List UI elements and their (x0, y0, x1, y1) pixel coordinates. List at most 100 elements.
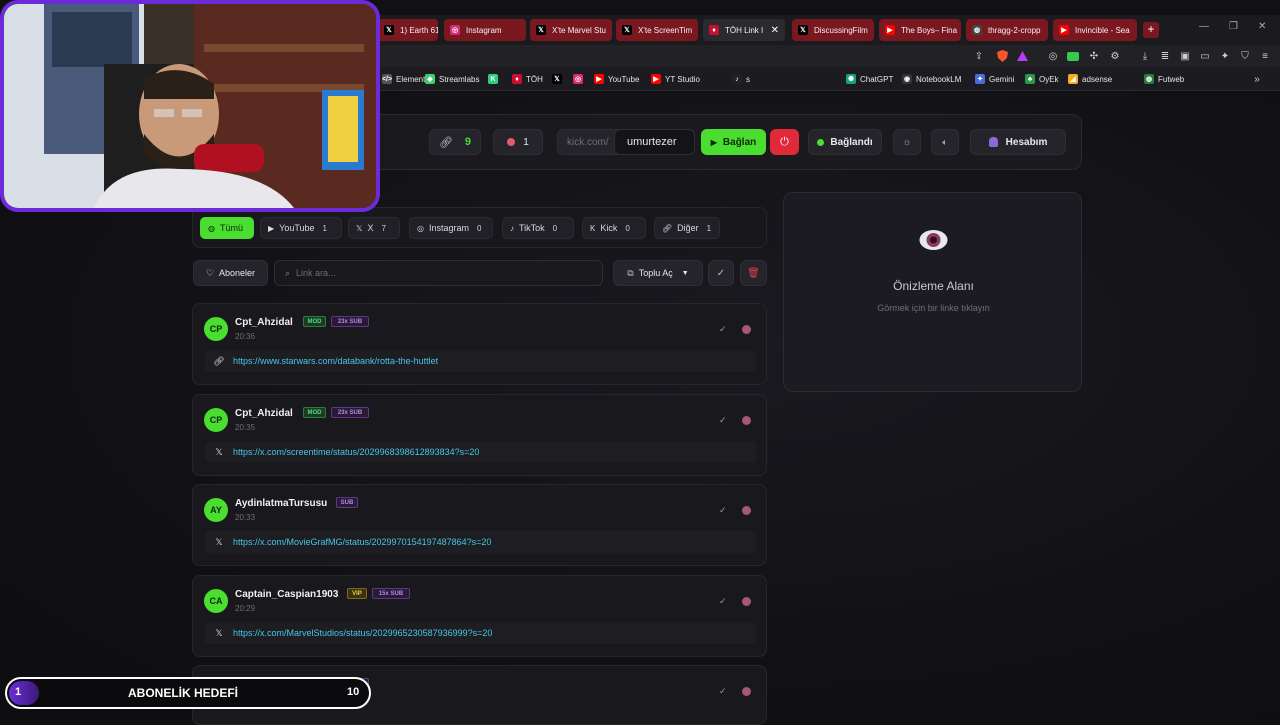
mod-badge: MOD (303, 316, 326, 327)
bookmark-item[interactable]: ♪ s (732, 73, 750, 85)
block-link-icon[interactable] (742, 597, 751, 606)
bookmark-item[interactable]: ◢ adsense (1068, 73, 1112, 85)
bookmark-item[interactable]: K (488, 73, 502, 85)
mark-opened-button[interactable]: ✓ (719, 596, 727, 607)
filter-count: 7 (381, 223, 386, 233)
download-icon[interactable]: ⤓ (1138, 49, 1152, 63)
browser-tab[interactable]: 𝕏 1) Earth 616 ( (378, 19, 438, 41)
link-url-row[interactable]: 𝕏https://x.com/MovieGrafMG/status/202997… (205, 531, 756, 553)
brave-rewards-icon[interactable] (1015, 49, 1029, 63)
bookmark-item[interactable]: ♣ OyEk (1025, 73, 1059, 85)
tab-label: X'te ScreenTim (638, 25, 693, 35)
account-button[interactable]: Hesabım (970, 129, 1066, 155)
filter-chip-kick[interactable]: K Kick 0 (582, 217, 646, 239)
link-url[interactable]: https://x.com/MarvelStudios/status/20299… (233, 628, 492, 638)
bookmark-item[interactable]: ♦ TÖH (512, 73, 543, 85)
bookmark-icon: 𝕏 (552, 74, 562, 84)
bookmark-item[interactable]: ▶ YT Studio (651, 73, 700, 85)
mod-badge: MOD (303, 407, 326, 418)
share-icon[interactable]: ⇪ (972, 49, 986, 63)
link-icon: 🔗︎ (213, 355, 225, 366)
bookmark-item[interactable]: ◍ Futweb (1144, 73, 1184, 85)
filter-chip-diğer[interactable]: 🔗︎ Diğer 1 (654, 217, 720, 239)
x-icon: 𝕏 (384, 25, 394, 35)
wallet-icon[interactable]: ▭ (1198, 49, 1212, 63)
extension-icon[interactable]: ◎ (1046, 49, 1060, 63)
extension-icon[interactable]: ⚙ (1108, 49, 1122, 63)
browser-tab[interactable]: ▶ The Boys– Fina (879, 19, 961, 41)
block-link-icon[interactable] (742, 416, 751, 425)
block-link-icon[interactable] (742, 687, 751, 696)
channel-input[interactable]: umurtezer (614, 129, 695, 155)
bookmark-icon: </> (381, 74, 393, 84)
sound-toggle-button[interactable]: 🔈︎ (931, 129, 959, 155)
link-message-card[interactable]: CP Cpt_Ahzidal 20:36 MOD 23x SUB ✓ 🔗︎ https://w… (192, 303, 767, 385)
vpn-icon[interactable]: ⛉ (1238, 49, 1252, 63)
clear-all-button[interactable]: 🗑︎ (740, 260, 767, 286)
menu-icon[interactable]: ≡ (1258, 49, 1272, 63)
filter-chip-tiktok[interactable]: ♪ TikTok 0 (502, 217, 574, 239)
bookmark-item[interactable]: 𝕏 (552, 73, 566, 85)
bookmark-item[interactable]: ✺ ChatGPT (846, 73, 893, 85)
mark-all-read-button[interactable]: ✓ (708, 260, 734, 286)
close-tab-icon[interactable]: ✕ (767, 25, 779, 36)
theme-toggle-button[interactable]: ☼ (893, 129, 921, 155)
disconnect-button[interactable]: ⏻ (770, 129, 799, 155)
search-input[interactable]: ⌕ Link ara... (274, 260, 603, 286)
sidebar-icon[interactable]: ▣ (1178, 49, 1192, 63)
channel-input-value: umurtezer (627, 136, 677, 148)
subscribers-filter-button[interactable]: ♡ Aboneler (193, 260, 268, 286)
new-tab-button[interactable]: + (1143, 22, 1159, 38)
user-icon (988, 137, 998, 147)
filter-chip-youtube[interactable]: ▶ YouTube 1 (260, 217, 342, 239)
minimize-icon[interactable]: — (1199, 21, 1209, 32)
link-message-card[interactable]: CA Captain_Caspian1903 20:29 VIP 15x SUB ✓ 𝕏ht… (192, 575, 767, 657)
bookmark-label: Streamlabs (439, 74, 480, 84)
extensions-puzzle-icon[interactable]: ✣ (1087, 49, 1101, 63)
mark-opened-button[interactable]: ✓ (719, 686, 727, 697)
play-icon: ▶ (710, 137, 717, 147)
browser-tab[interactable]: 𝕏 DiscussingFilm (792, 19, 874, 41)
bookmark-item[interactable]: ✦ Gemini (975, 73, 1014, 85)
bookmark-item[interactable]: </> Elements (382, 73, 429, 85)
mark-opened-button[interactable]: ✓ (719, 505, 727, 516)
bookmark-item[interactable]: ◉ NotebookLM (902, 73, 961, 85)
extension-green-icon[interactable] (1066, 49, 1080, 63)
link-url[interactable]: https://www.starwars.com/databank/rotta-… (233, 356, 438, 366)
link-url-row[interactable]: 𝕏https://x.com/MarvelStudios/status/2029… (205, 622, 756, 644)
x-icon: 𝕏 (356, 223, 363, 233)
bookmark-item[interactable]: ▶ YouTube (594, 73, 639, 85)
connect-button[interactable]: ▶ Bağlan (701, 129, 766, 155)
link-message-card[interactable]: CP Cpt_Ahzidal 20:35 MOD 23x SUB ✓ 𝕏https://x.… (192, 394, 767, 476)
filter-chip-instagram[interactable]: ◎ Instagram 0 (409, 217, 493, 239)
bulk-open-select[interactable]: ⧉ Toplu Aç ▼ (613, 260, 703, 286)
filter-chip-tümü[interactable]: ◍ Tümü (200, 217, 254, 239)
bookmark-item[interactable]: ◎ (573, 73, 587, 85)
block-link-icon[interactable] (742, 506, 751, 515)
browser-tab[interactable]: ▶ Invincible - Sea (1053, 19, 1137, 41)
bookmark-item[interactable]: ◆ Streamlabs (425, 73, 479, 85)
username: Cpt_Ahzidal (235, 317, 293, 328)
link-message-card[interactable]: AY AydinlatmaTursusu 20:33 SUB ✓ 𝕏https://x.c… (192, 484, 767, 566)
browser-tab[interactable]: ◍ thragg-2-cropp (966, 19, 1048, 41)
link-url-row[interactable]: 𝕏https://x.com/screentime/status/2029968… (205, 441, 756, 463)
browser-tab[interactable]: 𝕏 X'te ScreenTim (616, 19, 698, 41)
close-window-icon[interactable]: ✕ (1258, 21, 1266, 32)
goal-target: 10 (347, 686, 360, 698)
link-url[interactable]: https://x.com/MovieGrafMG/status/2029970… (233, 537, 491, 547)
brave-shield-icon[interactable] (995, 49, 1009, 63)
speaker-icon: 🔈︎ (942, 136, 948, 147)
mark-opened-button[interactable]: ✓ (719, 415, 727, 426)
link-url[interactable]: https://x.com/screentime/status/20299683… (233, 447, 479, 457)
browser-tab[interactable]: 𝕏 X'te Marvel Stu (530, 19, 612, 41)
restore-icon[interactable]: ❐ (1229, 21, 1238, 32)
leo-ai-icon[interactable]: ✦ (1218, 49, 1232, 63)
filter-chip-x[interactable]: 𝕏X7 (348, 217, 400, 239)
mark-opened-button[interactable]: ✓ (719, 324, 727, 335)
more-bookmarks-icon[interactable]: » (1250, 72, 1264, 86)
browser-tab[interactable]: ♦ TÖH Link I ✕ (703, 19, 785, 41)
block-link-icon[interactable] (742, 325, 751, 334)
history-icon[interactable]: ≣ (1158, 49, 1172, 63)
link-url-row[interactable]: 🔗︎ https://www.starwars.com/databank/rott… (205, 350, 756, 372)
browser-tab[interactable]: ◎ Instagram (444, 19, 526, 41)
